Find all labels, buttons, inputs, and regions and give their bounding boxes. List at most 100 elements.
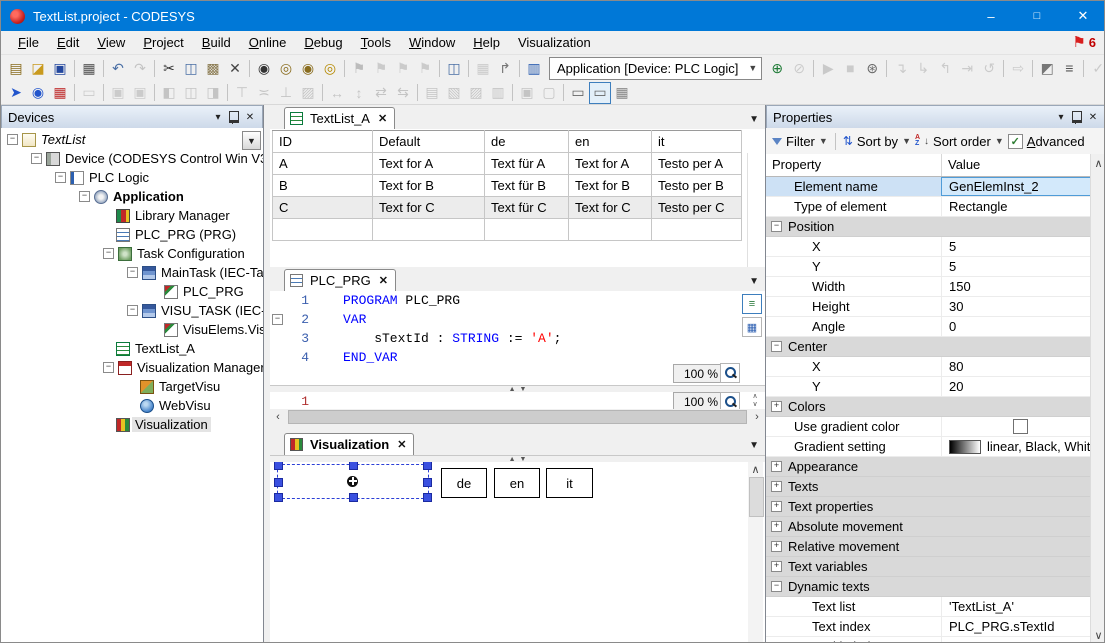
group-icon[interactable]: ▣ (516, 82, 538, 104)
property-value[interactable]: linear, Black, White (941, 437, 1092, 456)
scroll-up-icon[interactable]: ∧ (1091, 155, 1105, 171)
property-value[interactable]: 5 (941, 257, 1092, 276)
visu-button-it[interactable]: it (546, 468, 593, 498)
align-right-icon[interactable]: ◨ (202, 82, 224, 104)
textual-view-button[interactable]: ≡ (742, 294, 762, 314)
step-over-icon[interactable]: ↴ (890, 57, 912, 79)
start-icon[interactable]: ▶ (817, 57, 839, 79)
textlist-cell[interactable]: Text for C (569, 197, 652, 219)
menu-view[interactable]: View (88, 32, 134, 53)
advanced-checkbox[interactable]: ✓ Advanced (1008, 134, 1085, 149)
textlist-cell[interactable] (373, 219, 485, 241)
textlist-cell[interactable]: B (273, 175, 373, 197)
print-icon[interactable]: ▦ (78, 57, 100, 79)
property-group-center[interactable]: −Center (766, 337, 1105, 357)
tree-item-visuelems-visu-prg[interactable]: VisuElems.Visu_Prg (1, 320, 263, 339)
declaration-zoom-level[interactable]: 100 % (673, 364, 724, 383)
send-to-back-icon[interactable]: ▥ (487, 82, 509, 104)
watch-icon[interactable]: ▥ (523, 57, 545, 79)
resize-handle[interactable] (349, 493, 358, 502)
delete-icon[interactable]: ✕ (224, 57, 246, 79)
collapse-icon[interactable]: − (79, 191, 90, 202)
property-group-position[interactable]: −Position (766, 217, 1105, 237)
textlist-cell[interactable]: C (273, 197, 373, 219)
open-file-icon[interactable]: ◪ (27, 57, 49, 79)
property-value[interactable]: 0 (941, 317, 1092, 336)
align-middle-icon[interactable]: ≍ (253, 82, 275, 104)
column-header-default[interactable]: Default (373, 131, 485, 153)
tree-item-webvisu[interactable]: WebVisu (1, 396, 263, 415)
property-value[interactable]: 'TextList_A' (941, 597, 1092, 616)
properties-vertical-scrollbar[interactable]: ∧ ∨ (1090, 154, 1105, 643)
tabular-view-button[interactable]: ▦ (742, 317, 762, 337)
property-row-element-name[interactable]: Element nameGenElemInst_2 (766, 177, 1105, 197)
column-header-id[interactable]: ID (273, 131, 373, 153)
resize-handle[interactable] (274, 462, 283, 470)
collapse-icon[interactable]: − (771, 581, 782, 592)
tree-item-application[interactable]: −Application (1, 187, 263, 206)
tab-visualization[interactable]: Visualization ✕ (284, 433, 414, 455)
textlist-cell[interactable] (273, 219, 373, 241)
align-top-icon[interactable]: ⊤ (231, 82, 253, 104)
display-mode-selected-icon[interactable]: ▭ (589, 82, 611, 104)
zoom-magnifier-icon[interactable] (720, 363, 740, 383)
check-syntax-icon[interactable]: ✓ (1087, 57, 1105, 79)
visu-magnifier-icon[interactable]: ◉ (27, 82, 49, 104)
textlist-cell[interactable]: Text für A (485, 153, 569, 175)
property-group-colors[interactable]: +Colors (766, 397, 1105, 417)
properties-dialog-icon[interactable]: ◫ (443, 57, 465, 79)
tree-item-task-configuration[interactable]: −Task Configuration (1, 244, 263, 263)
logout-icon[interactable]: ⊘ (788, 57, 810, 79)
same-height-icon[interactable]: ↕ (348, 82, 370, 104)
display-mode-all-icon[interactable]: ▦ (611, 82, 633, 104)
menu-window[interactable]: Window (400, 32, 464, 53)
textlist-cell[interactable]: Text for B (373, 175, 485, 197)
properties-pin-icon[interactable] (1069, 109, 1085, 125)
textlist-cell[interactable]: Text for A (569, 153, 652, 175)
move-forward-icon[interactable]: ▧ (443, 82, 465, 104)
maximize-button[interactable]: □ (1014, 1, 1060, 31)
tab-list-dropdown-icon[interactable]: ▼ (749, 276, 759, 287)
close-icon[interactable]: ✕ (397, 438, 406, 451)
property-value[interactable] (941, 637, 1092, 643)
collapse-icon[interactable]: − (55, 172, 66, 183)
property-value[interactable]: 30 (941, 297, 1092, 316)
column-header-de[interactable]: de (485, 131, 569, 153)
scroll-right-icon[interactable]: › (749, 409, 765, 425)
collapse-icon[interactable]: − (127, 267, 138, 278)
sort-order-button[interactable]: AZ ↓ Sort order ▼ (915, 134, 1004, 149)
property-value[interactable]: 80 (941, 357, 1092, 376)
paste-icon[interactable]: ▩ (202, 57, 224, 79)
display-mode-normal-icon[interactable]: ▭ (567, 82, 589, 104)
close-icon[interactable]: ✕ (378, 112, 387, 125)
tree-item-visualization-manager[interactable]: −Visualization Manager (1, 358, 263, 377)
tree-item-plc-prg-prg[interactable]: PLC_PRG (PRG) (1, 225, 263, 244)
property-row-gradient-setting[interactable]: Gradient settinglinear, Black, White (766, 437, 1105, 457)
collapse-icon[interactable]: − (771, 221, 782, 232)
property-group-absolute-movement[interactable]: +Absolute movement (766, 517, 1105, 537)
fold-collapse-icon[interactable]: − (272, 314, 283, 325)
device-combo-dropdown-icon[interactable]: ▼ (242, 131, 261, 150)
textlist-cell[interactable]: Testo per B (652, 175, 742, 197)
resize-handle[interactable] (349, 462, 358, 470)
tree-item-maintask-iec-tasks[interactable]: −MainTask (IEC-Tasks) (1, 263, 263, 282)
bring-to-front-icon[interactable]: ▤ (421, 82, 443, 104)
visu-colors-icon[interactable]: ▦ (49, 82, 71, 104)
expand-icon[interactable]: + (771, 501, 782, 512)
expand-icon[interactable]: + (771, 401, 782, 412)
align-left-icon[interactable]: ◧ (158, 82, 180, 104)
textlist-cell[interactable]: Text for C (373, 197, 485, 219)
align-bottom-icon[interactable]: ⊥ (275, 82, 297, 104)
textlist-cell[interactable]: Text for A (373, 153, 485, 175)
selected-rectangle-element[interactable] (277, 464, 429, 499)
menu-debug[interactable]: Debug (295, 32, 351, 53)
save-icon[interactable]: ▣ (49, 57, 71, 79)
expand-icon[interactable]: + (771, 521, 782, 532)
resize-handle[interactable] (423, 462, 432, 470)
filter-button[interactable]: Filter ▼ (772, 134, 828, 149)
collapse-icon[interactable]: − (31, 153, 42, 164)
property-row-tooltip-index[interactable]: Tooltip index (766, 637, 1105, 643)
collapse-icon[interactable]: − (103, 362, 114, 373)
resize-handle[interactable] (274, 478, 283, 487)
implementation-scroll-arrows[interactable]: ∧∨ (748, 392, 762, 409)
